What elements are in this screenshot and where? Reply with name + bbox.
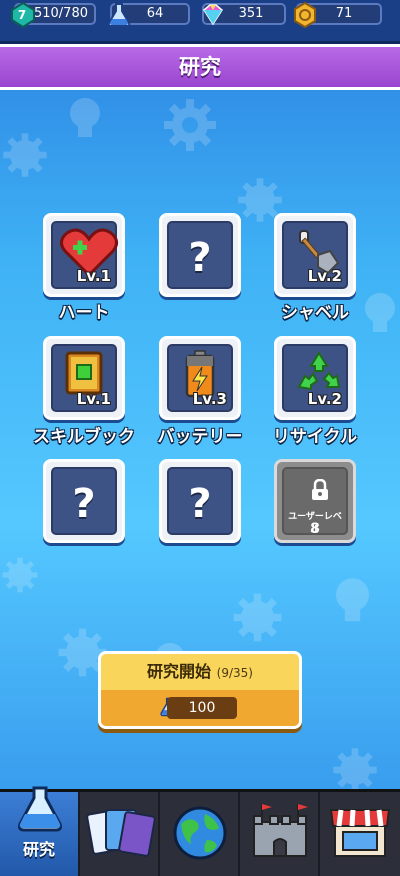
flask-icon (18, 786, 62, 832)
gear-decoration (3, 133, 47, 177)
research-tile-recycle[interactable]: Lv.2 (274, 336, 356, 420)
gem-counter[interactable]: 351 (202, 3, 286, 26)
tile-label-battery: バッテリー (157, 427, 243, 447)
player-level: 7 (17, 8, 27, 22)
bulb-decoration (70, 98, 100, 137)
bottom-nav: 研究 (0, 786, 400, 876)
research-count: (9/35) (216, 666, 253, 680)
gear-decoration (333, 748, 377, 792)
research-cost: 100 (167, 697, 237, 719)
gear-decoration (164, 99, 216, 151)
nav-shop[interactable] (320, 792, 400, 876)
start-research-button[interactable]: 研究開始 (9/35) 100 (98, 651, 302, 729)
nav-research[interactable]: 研究 (0, 786, 80, 876)
research-tile-locked[interactable]: ユーザーレベル 8 (274, 459, 356, 543)
gear-decoration (2, 557, 38, 593)
start-research-cost-area: 100 (101, 690, 299, 726)
research-tile-battery[interactable]: Lv.3 (159, 336, 241, 420)
question-mark-icon: ? (72, 481, 96, 527)
lock-requirement-level: 8 (310, 521, 320, 537)
bulb-decoration (336, 578, 369, 622)
page-title: 研究 (0, 44, 400, 90)
lock-icon (312, 479, 328, 500)
tile-level: Lv.2 (307, 267, 342, 285)
rainbow-gem-icon (203, 4, 223, 26)
tile-level: Lv.1 (76, 267, 111, 285)
nav-cards[interactable] (80, 792, 160, 876)
coin-counter[interactable]: 71 (294, 2, 382, 28)
research-tile-skill-book[interactable]: Lv.1 (43, 336, 125, 420)
research-tile-heart[interactable]: Lv.1 (43, 213, 125, 297)
tile-label-shovel: シャベル (281, 303, 349, 323)
coin-icon (294, 2, 316, 28)
nav-research-label: 研究 (22, 840, 55, 859)
gear-decoration (233, 593, 282, 642)
research-tile-unknown[interactable]: ? (43, 459, 125, 543)
research-tile-unknown[interactable]: ? (159, 213, 241, 297)
question-mark-icon: ? (188, 481, 212, 527)
question-mark-icon: ? (188, 235, 212, 281)
tile-label-skill-book: スキルブック (33, 427, 135, 447)
cards-icon (86, 809, 156, 857)
shop-icon (329, 809, 391, 857)
tile-level: Lv.1 (76, 390, 111, 408)
tile-level: Lv.2 (307, 390, 342, 408)
potion-flask-icon (107, 3, 131, 27)
nav-world[interactable] (160, 792, 240, 876)
research-tile-shovel[interactable]: Lv.2 (274, 213, 356, 297)
tile-label-recycle: リサイクル (272, 427, 358, 447)
castle-icon (253, 804, 308, 857)
potion-counter[interactable]: 64 (107, 3, 190, 27)
energy-counter[interactable]: 7 510/780 (11, 2, 96, 28)
globe-icon (173, 806, 227, 860)
tile-level: Lv.3 (192, 390, 227, 408)
resource-bar: 7 510/780 64 351 71 (0, 0, 400, 44)
research-tile-unknown[interactable]: ? (159, 459, 241, 543)
tile-label-heart: ハート (58, 303, 110, 323)
start-research-header: 研究開始 (9/35) (101, 654, 299, 690)
start-research-label: 研究開始 (147, 662, 212, 681)
nav-castle[interactable] (240, 792, 320, 876)
